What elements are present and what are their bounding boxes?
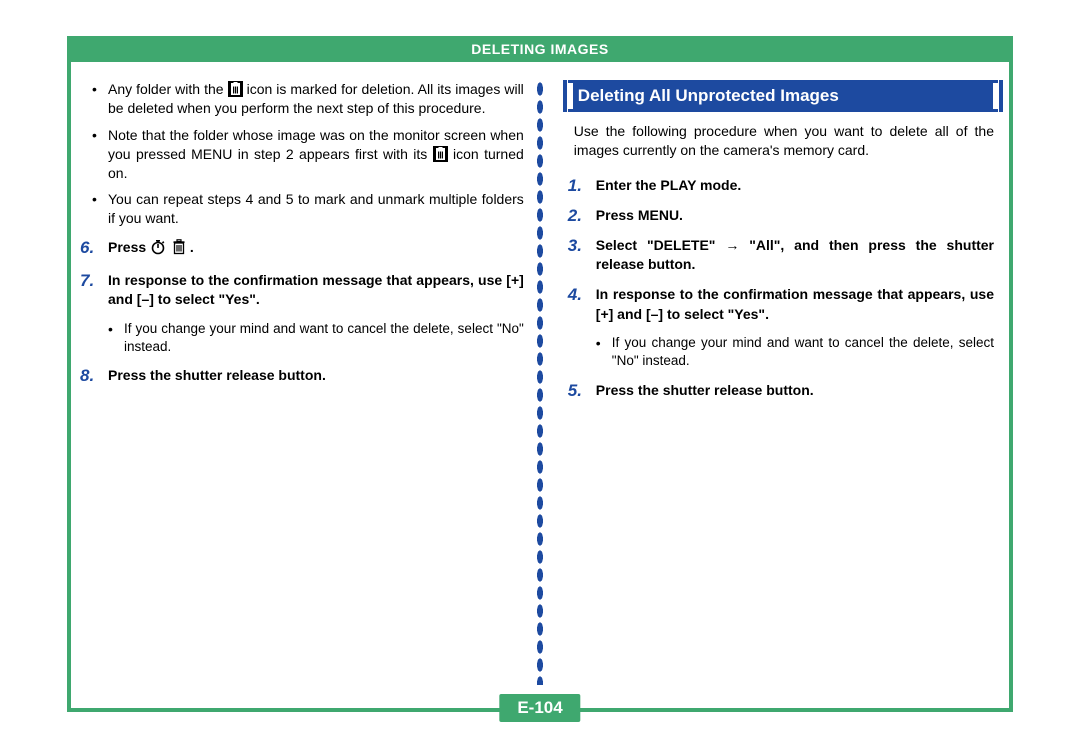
step-item: 1. Enter the PLAY mode.	[568, 176, 994, 196]
arrow-icon: →	[725, 237, 739, 253]
step-item: 3. Select "DELETE" → "All", and then pre…	[568, 236, 994, 275]
list-item: If you change your mind and want to canc…	[124, 320, 524, 356]
list-item: Any folder with the icon is marked for d…	[108, 80, 524, 118]
intro-text: Use the following procedure when you wan…	[574, 122, 994, 160]
step-text: Press MENU.	[596, 206, 994, 226]
step-item: 2. Press MENU.	[568, 206, 994, 226]
step-item: 8. Press the shutter release button.	[80, 366, 524, 386]
trash-icon	[172, 239, 186, 261]
step-item: 4. In response to the confirmation messa…	[568, 285, 994, 324]
step-text: Press the shutter release button.	[108, 366, 524, 386]
step-number: 2.	[568, 206, 596, 226]
sub-bullet-list: If you change your mind and want to canc…	[612, 334, 994, 370]
step-number: 5.	[568, 381, 596, 401]
left-column: Any folder with the icon is marked for d…	[80, 80, 530, 680]
right-column: Deleting All Unprotected Images Use the …	[550, 80, 1000, 680]
step-text: Press the shutter release button.	[596, 381, 994, 401]
section-heading: Deleting All Unprotected Images	[568, 80, 998, 112]
sub-bullet-list: If you change your mind and want to canc…	[124, 320, 524, 356]
step-item: 5. Press the shutter release button.	[568, 381, 994, 401]
bullet-text: Any folder with the	[108, 81, 228, 97]
bullet-list: Any folder with the icon is marked for d…	[108, 80, 524, 228]
step-text: Press .	[108, 238, 524, 261]
step-number: 8.	[80, 366, 108, 386]
step-text: Select "DELETE" → "All", and then press …	[596, 236, 994, 275]
step-number: 3.	[568, 236, 596, 275]
step-text: In response to the confirmation message …	[596, 285, 994, 324]
step-number: 4.	[568, 285, 596, 324]
trash-icon	[433, 146, 448, 162]
list-item: Note that the folder whose image was on …	[108, 126, 524, 183]
step-item: 7. In response to the confirmation messa…	[80, 271, 524, 310]
step-text: In response to the confirmation message …	[108, 271, 524, 310]
timer-icon	[150, 239, 166, 261]
step-number: 1.	[568, 176, 596, 196]
step-number: 6.	[80, 238, 108, 261]
trash-icon	[228, 81, 243, 97]
step-item: 6. Press .	[80, 238, 524, 261]
list-item: If you change your mind and want to canc…	[612, 334, 994, 370]
step-text: Enter the PLAY mode.	[596, 176, 994, 196]
list-item: You can repeat steps 4 and 5 to mark and…	[108, 190, 524, 228]
step-number: 7.	[80, 271, 108, 310]
page-number: E-104	[499, 694, 580, 722]
